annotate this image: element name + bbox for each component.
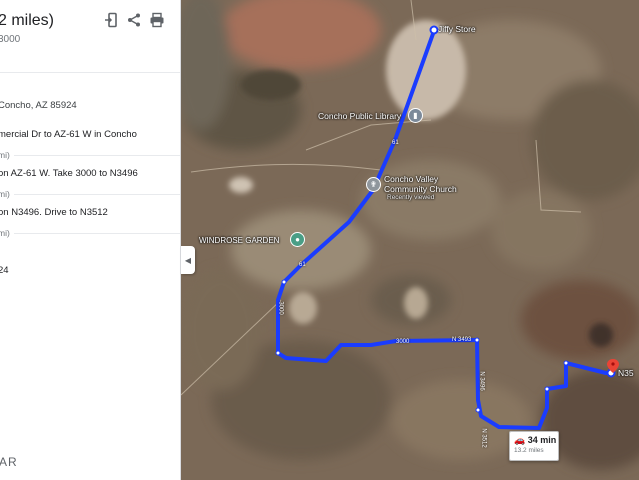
travel-distance: 13.2 miles xyxy=(514,447,544,454)
collapse-panel-button[interactable]: ◀ xyxy=(181,246,195,274)
origin-marker[interactable] xyxy=(429,25,439,35)
step-divider xyxy=(14,155,180,156)
place-label-library[interactable]: Concho Public Library xyxy=(318,111,401,121)
send-to-phone-icon[interactable] xyxy=(104,12,120,28)
place-label-church-line1[interactable]: Concho Valley xyxy=(384,174,438,184)
road-label-n3496: N 3496 xyxy=(478,371,485,391)
road-label-n3493: N 3493 xyxy=(452,337,472,343)
direction-step[interactable]: on AZ-61 W. Take 3000 to N3496 xyxy=(0,168,138,179)
step-distance: mi) xyxy=(0,150,10,160)
recently-viewed-label: Recently viewed xyxy=(387,194,435,201)
place-label-garden[interactable]: WINDROSE GARDEN xyxy=(199,236,279,245)
garden-icon[interactable]: ● xyxy=(290,232,305,247)
road-shield-61-b: 61 xyxy=(299,262,306,268)
car-icon: 🚗 xyxy=(514,435,526,445)
direction-step[interactable]: mercial Dr to AZ-61 W in Concho xyxy=(0,129,137,140)
route-subtitle: 3000 xyxy=(0,34,21,45)
share-icon[interactable] xyxy=(126,12,142,28)
route-title: 2 miles) xyxy=(0,12,55,29)
step-divider xyxy=(14,233,180,234)
print-icon[interactable] xyxy=(149,12,165,28)
library-icon[interactable]: ▮ xyxy=(408,108,423,123)
direction-step[interactable]: on N3496. Drive to N3512 xyxy=(0,207,108,218)
travel-time: 34 min xyxy=(527,435,557,445)
footer-logo: AR xyxy=(0,455,18,469)
origin-address: Concho, AZ 85924 xyxy=(0,100,77,111)
header-divider xyxy=(0,72,180,73)
destination-zip: 24 xyxy=(0,265,9,276)
road-label-3000: 3000 xyxy=(396,339,410,345)
place-label-jiffy-store[interactable]: Jiffy Store xyxy=(438,24,476,34)
step-divider xyxy=(14,194,180,195)
chevron-left-icon: ◀ xyxy=(184,255,192,265)
destination-label[interactable]: N35 xyxy=(618,368,634,378)
road-label-n3512: N 3512 xyxy=(480,428,487,448)
travel-time-callout[interactable]: 🚗 34 min 13.2 miles xyxy=(509,431,559,461)
road-label-3000-vertical: 3000 xyxy=(277,301,284,315)
step-distance: mi) xyxy=(0,189,10,199)
road-shield-61-a: 61 xyxy=(392,140,399,146)
church-icon[interactable]: ✟ xyxy=(366,177,381,192)
satellite-map[interactable]: Jiffy Store Concho Public Library ▮ ✟ Co… xyxy=(181,0,639,480)
place-label-church-line2[interactable]: Community Church xyxy=(384,184,457,194)
directions-panel: 2 miles) 3000 Concho, AZ 85924 mercial D… xyxy=(0,0,181,480)
step-distance: mi) xyxy=(0,228,10,238)
